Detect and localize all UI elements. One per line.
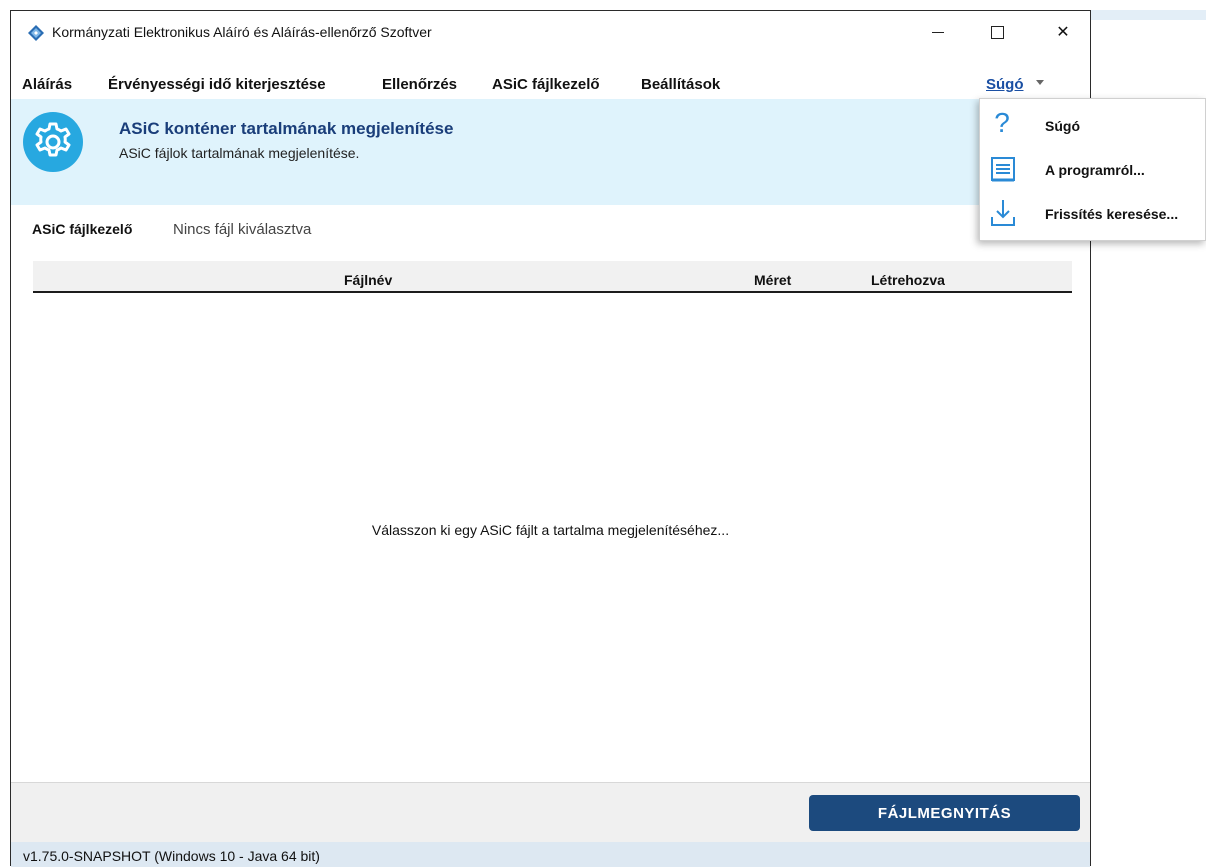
background-strip bbox=[1091, 10, 1206, 20]
chevron-down-icon[interactable] bbox=[1036, 80, 1044, 85]
menu-beallitasok[interactable]: Beállítások bbox=[641, 76, 720, 93]
menu-bar: Aláírás Érvényességi idő kiterjesztése E… bbox=[11, 63, 1090, 95]
banner-subtitle: ASiC fájlok tartalmának megjelenítése. bbox=[119, 145, 360, 161]
dropdown-label-about: A programról... bbox=[1045, 162, 1145, 178]
app-window: Kormányzati Elektronikus Aláíró és Aláír… bbox=[10, 10, 1091, 867]
help-dropdown-menu: ? Súgó A programról... Frissítés keresés… bbox=[979, 98, 1206, 241]
dropdown-item-update[interactable]: Frissítés keresése... bbox=[980, 195, 1205, 235]
minimize-button[interactable] bbox=[915, 11, 961, 53]
info-banner: ASiC konténer tartalmának megjelenítése … bbox=[11, 99, 1090, 205]
dropdown-label-update: Frissítés keresése... bbox=[1045, 206, 1179, 222]
title-bar[interactable]: Kormányzati Elektronikus Aláíró és Aláír… bbox=[11, 11, 1090, 53]
file-status: Nincs fájl kiválasztva bbox=[173, 221, 312, 238]
maximize-button[interactable] bbox=[974, 11, 1020, 53]
dropdown-item-about[interactable]: A programról... bbox=[980, 151, 1205, 191]
menu-asic-fajlkezelo[interactable]: ASiC fájlkezelő bbox=[492, 76, 600, 93]
document-icon bbox=[991, 157, 1015, 182]
app-logo-icon bbox=[28, 25, 44, 41]
minimize-icon bbox=[932, 31, 944, 33]
column-header-created[interactable]: Létrehozva bbox=[871, 272, 945, 288]
status-bar: v1.75.0-SNAPSHOT (Windows 10 - Java 64 b… bbox=[11, 842, 1090, 867]
menu-ellenorzes[interactable]: Ellenőrzés bbox=[382, 76, 457, 93]
dropdown-item-sugo[interactable]: ? Súgó bbox=[980, 107, 1205, 147]
download-icon bbox=[991, 200, 1015, 226]
window-title: Kormányzati Elektronikus Aláíró és Aláír… bbox=[52, 24, 432, 40]
empty-table-message: Válasszon ki egy ASiC fájlt a tartalma m… bbox=[371, 522, 730, 538]
menu-alairas[interactable]: Aláírás bbox=[22, 76, 72, 93]
file-manager-label: ASiC fájlkezelő bbox=[32, 221, 133, 237]
dropdown-label-sugo: Súgó bbox=[1045, 118, 1080, 134]
column-header-size[interactable]: Méret bbox=[754, 272, 791, 288]
action-bar: FÁJLMEGNYITÁS bbox=[11, 782, 1090, 843]
question-icon: ? bbox=[994, 107, 1010, 138]
menu-ervenyessegi-ido[interactable]: Érvényességi idő kiterjesztése bbox=[108, 76, 326, 93]
close-button[interactable]: ✕ bbox=[1040, 11, 1086, 53]
gear-icon bbox=[23, 112, 83, 172]
file-table-header: Fájlnév Méret Létrehozva bbox=[33, 261, 1072, 293]
banner-title: ASiC konténer tartalmának megjelenítése bbox=[119, 119, 454, 138]
version-text: v1.75.0-SNAPSHOT (Windows 10 - Java 64 b… bbox=[23, 848, 320, 864]
close-icon: ✕ bbox=[1056, 24, 1070, 41]
column-header-filename[interactable]: Fájlnév bbox=[344, 272, 392, 288]
open-file-button[interactable]: FÁJLMEGNYITÁS bbox=[809, 795, 1080, 831]
maximize-icon bbox=[990, 25, 1004, 39]
menu-sugo[interactable]: Súgó bbox=[986, 76, 1024, 93]
